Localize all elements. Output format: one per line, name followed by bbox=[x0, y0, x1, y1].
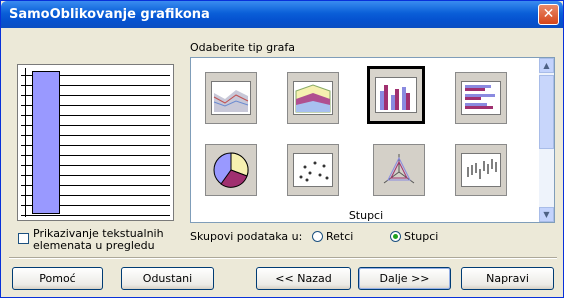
pie-chart-icon bbox=[213, 152, 249, 188]
chevron-up-icon: ▲ bbox=[543, 61, 550, 70]
chart-type-area[interactable] bbox=[205, 72, 257, 124]
next-button[interactable]: Dalje >> bbox=[358, 267, 451, 290]
chart-type-scrollbar[interactable]: ▲ ▼ bbox=[539, 58, 554, 222]
back-button[interactable]: << Nazad bbox=[256, 267, 351, 290]
chart-type-net[interactable] bbox=[373, 144, 425, 196]
show-text-in-preview-checkbox[interactable] bbox=[18, 233, 29, 244]
close-button[interactable]: ✕ bbox=[538, 4, 559, 25]
create-button[interactable]: Napravi bbox=[461, 267, 554, 290]
data-series-rows-radio[interactable] bbox=[312, 231, 323, 242]
title-bar: SamoOblikovanje grafikona ✕ bbox=[1, 1, 563, 28]
chart-type-bar[interactable] bbox=[455, 72, 507, 124]
button-separator bbox=[9, 257, 557, 259]
chart-type-list: Stupci ▲ ▼ bbox=[190, 57, 555, 223]
chart-preview bbox=[17, 64, 174, 221]
scroll-down-button[interactable]: ▼ bbox=[539, 207, 554, 222]
chart-autoformat-dialog: SamoOblikovanje grafikona ✕ Prikazivanje… bbox=[0, 0, 564, 298]
area-chart-icon bbox=[211, 81, 251, 115]
preview-gridline bbox=[21, 215, 170, 216]
chart-type-pie[interactable] bbox=[205, 144, 257, 196]
data-series-columns-radio[interactable] bbox=[390, 231, 401, 242]
bar-chart-icon bbox=[461, 81, 501, 115]
scroll-up-button[interactable]: ▲ bbox=[539, 58, 554, 73]
chart-type-xy-scatter[interactable] bbox=[287, 144, 339, 196]
chevron-down-icon: ▼ bbox=[543, 210, 550, 219]
stock-chart-icon bbox=[461, 153, 501, 187]
close-icon: ✕ bbox=[542, 6, 555, 22]
scatter-chart-icon bbox=[293, 153, 333, 187]
preview-column bbox=[32, 71, 60, 214]
chart-type-column[interactable] bbox=[367, 66, 425, 124]
data-series-columns-label: Stupci bbox=[404, 230, 439, 243]
chart-type-area-3d[interactable] bbox=[287, 72, 339, 124]
selected-chart-type-name: Stupci bbox=[348, 209, 384, 222]
dialog-title: SamoOblikovanje grafikona bbox=[9, 7, 210, 22]
chart-type-group-label: Odaberite tip grafa bbox=[190, 41, 295, 54]
show-text-in-preview-label: Prikazivanje tekstualnih elemenata u pre… bbox=[33, 227, 164, 252]
chart-type-stock[interactable] bbox=[455, 144, 507, 196]
column-chart-icon bbox=[375, 77, 417, 113]
net-chart-icon bbox=[383, 154, 415, 184]
data-series-rows-label: Retci bbox=[326, 230, 354, 243]
cancel-button[interactable]: Odustani bbox=[121, 267, 214, 290]
data-series-label: Skupovi podataka u: bbox=[190, 230, 303, 243]
scroll-thumb[interactable] bbox=[539, 75, 554, 149]
help-button[interactable]: Pomoć bbox=[12, 267, 103, 290]
area-3d-chart-icon bbox=[293, 81, 333, 115]
